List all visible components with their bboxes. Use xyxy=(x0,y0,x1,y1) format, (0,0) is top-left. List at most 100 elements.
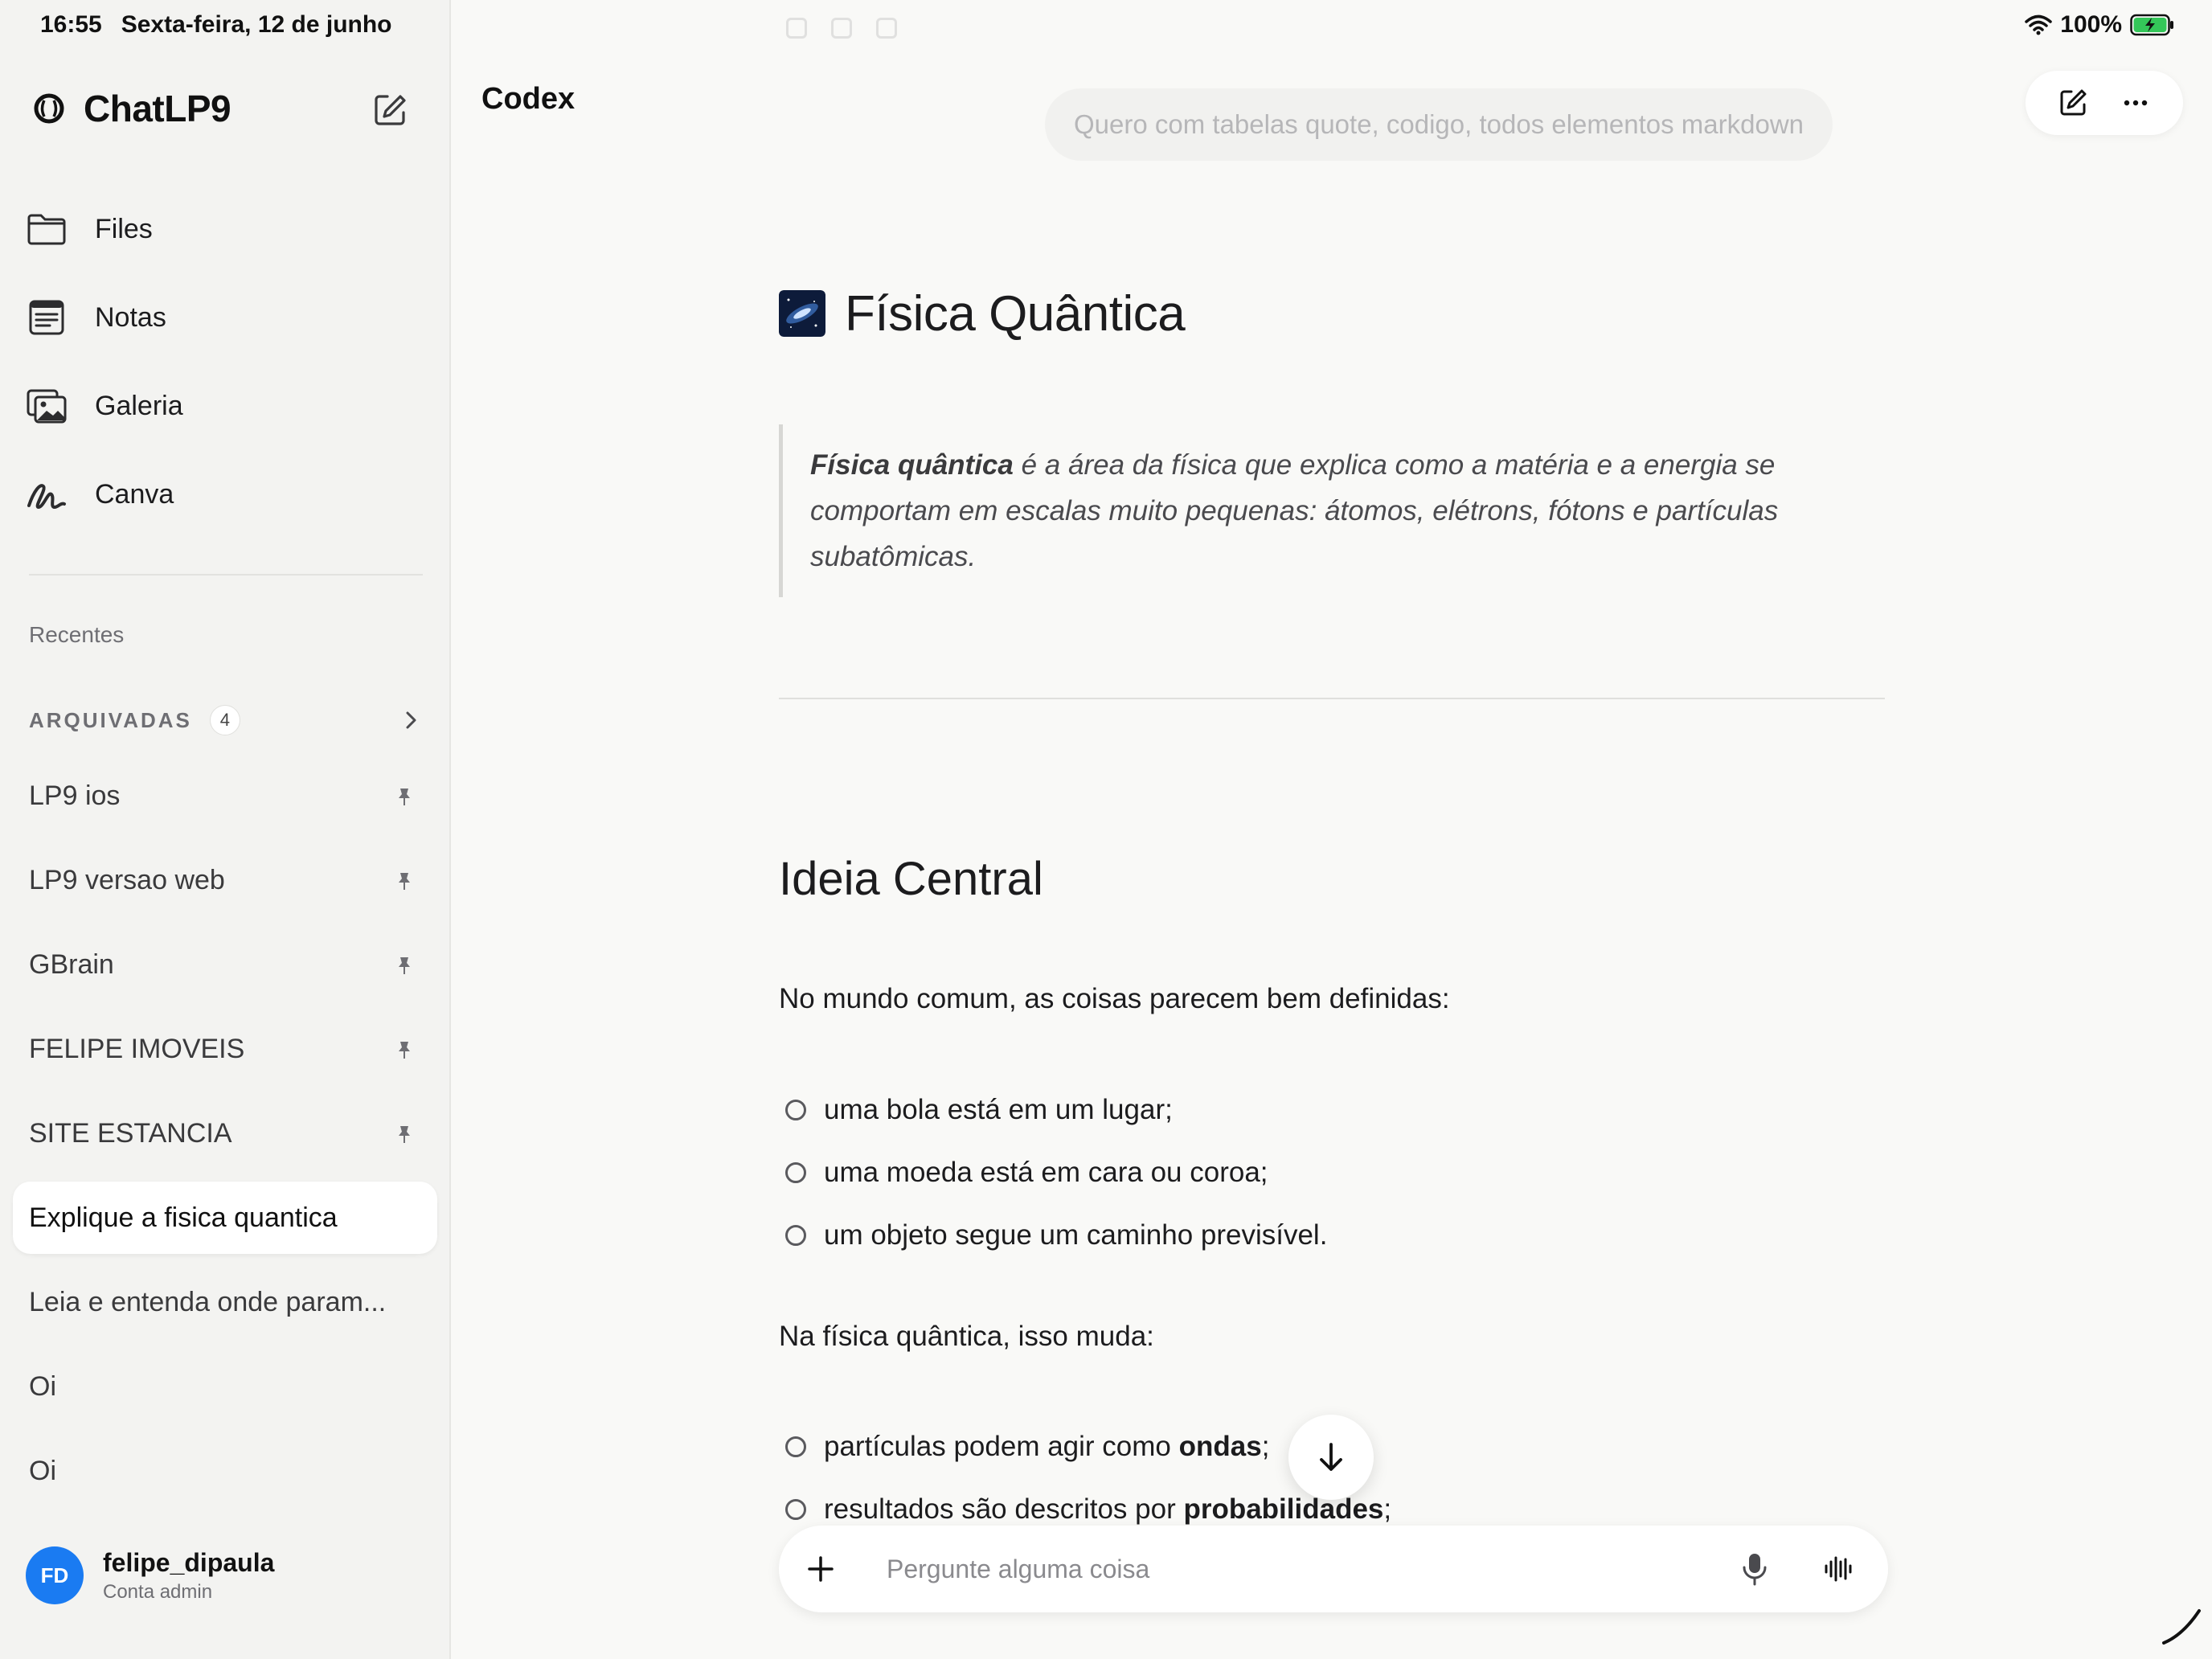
new-chat-icon[interactable] xyxy=(371,92,408,129)
pin-icon xyxy=(399,788,410,805)
pin-icon xyxy=(399,1125,410,1143)
user-message-bubble: Quero com tabelas quote, codigo, todos e… xyxy=(1045,88,1833,161)
main-content: 100% Codex Quero com tabelas quote, codi… xyxy=(453,0,2212,1659)
status-time: 16:55 xyxy=(40,11,102,38)
list-item-text: uma bola está em um lugar; xyxy=(824,1094,1173,1125)
canva-icon xyxy=(27,484,66,509)
archived-label: ARQUIVADAS xyxy=(29,707,192,732)
response-heading: Física Quântica xyxy=(845,285,1186,342)
archived-section-toggle[interactable]: ARQUIVADAS 4 xyxy=(29,703,423,738)
paragraph: Na física quântica, isso muda: xyxy=(779,1321,1154,1352)
conversation-title: LP9 ios xyxy=(29,780,121,811)
conversation-item[interactable]: LP9 ios xyxy=(13,754,437,838)
response-title: Física Quântica xyxy=(779,265,1888,362)
sidebar-item-notas[interactable]: Notas xyxy=(26,273,428,362)
status-bar-left: 16:55 Sexta-feira, 12 de junho xyxy=(40,11,392,39)
top-actions xyxy=(2026,71,2183,135)
refresh-icon xyxy=(876,18,897,39)
bullet-circle-icon xyxy=(785,1162,806,1183)
brand-logo-icon xyxy=(34,93,64,124)
conversation-item[interactable]: LP9 versao web xyxy=(13,838,437,923)
folder-icon xyxy=(27,214,66,245)
list-item-text: um objeto segue um caminho previsível. xyxy=(824,1219,1328,1251)
gallery-icon xyxy=(27,389,67,424)
conversation-title: LP9 versao web xyxy=(29,865,225,895)
list-item: um objeto segue um caminho previsível. xyxy=(779,1204,1327,1267)
sidebar-item-label: Canva xyxy=(95,478,174,510)
conversation-item[interactable]: FELIPE IMOVEIS xyxy=(13,1007,437,1092)
pin-icon xyxy=(399,956,410,974)
conversation-item[interactable]: Oi xyxy=(13,1429,437,1514)
bullet-circle-icon xyxy=(785,1499,806,1520)
conversation-title: GBrain xyxy=(29,949,114,980)
sidebar-nav: Files Notas Galeria Canva xyxy=(26,185,428,539)
list-item-text: partículas podem agir como ondas; xyxy=(824,1431,1270,1462)
conversation-title: SITE ESTANCIA xyxy=(29,1118,232,1149)
message-input[interactable] xyxy=(887,1554,1735,1584)
microphone-icon[interactable] xyxy=(1735,1550,1774,1588)
conversation-list: LP9 ios LP9 versao web GBrain FELIPE IMO… xyxy=(13,754,437,1514)
sidebar-item-label: Notas xyxy=(95,301,166,333)
paragraph: No mundo comum, as coisas parecem bem de… xyxy=(779,983,1450,1014)
archived-count-badge: 4 xyxy=(209,705,240,735)
conversation-title: Explique a fisica quantica xyxy=(29,1202,338,1233)
attach-button[interactable] xyxy=(780,1529,861,1609)
bullet-circle-icon xyxy=(785,1225,806,1246)
conversation-item[interactable]: Oi xyxy=(13,1345,437,1429)
sidebar-item-label: Files xyxy=(95,213,153,244)
list-item-text: resultados são descritos por probabilida… xyxy=(824,1493,1392,1525)
notes-icon xyxy=(29,300,64,335)
faded-toolbar xyxy=(786,18,897,39)
scroll-to-bottom-button[interactable] xyxy=(1288,1415,1374,1500)
status-bar-right: 100% xyxy=(2025,11,2175,39)
bullet-list: uma bola está em um lugar; uma moeda est… xyxy=(779,1079,1327,1267)
sidebar-item-canva[interactable]: Canva xyxy=(26,450,428,539)
chevron-right-icon xyxy=(406,711,416,729)
conversation-item[interactable]: Leia e entenda onde param... xyxy=(13,1260,437,1345)
user-profile[interactable]: FD felipe_dipaula Conta admin xyxy=(26,1546,274,1604)
conversation-item[interactable]: SITE ESTANCIA xyxy=(13,1092,437,1176)
assistant-response: Física Quântica Física quântica é a área… xyxy=(779,265,1888,1525)
waveform-icon xyxy=(1825,1556,1852,1582)
chat-title[interactable]: Codex xyxy=(481,82,575,117)
copy-icon xyxy=(786,18,807,39)
sidebar: 16:55 Sexta-feira, 12 de junho ChatLP9 F… xyxy=(0,0,451,1659)
user-role: Conta admin xyxy=(103,1580,213,1603)
battery-charging-icon xyxy=(2130,14,2173,36)
avatar: FD xyxy=(26,1546,84,1604)
pin-icon xyxy=(399,1041,410,1059)
section-heading: Ideia Central xyxy=(779,853,1043,905)
wifi-icon xyxy=(2025,14,2053,35)
message-composer xyxy=(779,1526,1888,1612)
sidebar-item-files[interactable]: Files xyxy=(26,185,428,273)
brand[interactable]: ChatLP9 xyxy=(32,87,231,130)
list-item: uma bola está em um lugar; xyxy=(779,1079,1327,1141)
sidebar-divider xyxy=(29,574,423,576)
pin-icon xyxy=(399,872,410,890)
status-date: Sexta-feira, 12 de junho xyxy=(121,11,392,38)
conversation-title: Oi xyxy=(29,1371,56,1402)
sidebar-item-label: Galeria xyxy=(95,390,183,421)
blockquote: Física quântica é a área da física que e… xyxy=(779,424,1808,597)
more-icon[interactable] xyxy=(2120,87,2152,119)
speaker-icon xyxy=(831,18,852,39)
conversation-title: FELIPE IMOVEIS xyxy=(29,1034,245,1064)
sidebar-item-galeria[interactable]: Galeria xyxy=(26,362,428,450)
voice-mode-button[interactable] xyxy=(1806,1537,1870,1601)
conversation-item[interactable]: GBrain xyxy=(13,923,437,1007)
plus-icon xyxy=(808,1556,834,1582)
quote-bold-term: Física quântica xyxy=(810,449,1014,481)
compose-icon[interactable] xyxy=(2057,87,2089,119)
list-item-text: uma moeda está em cara ou coroa; xyxy=(824,1157,1268,1188)
recent-section-label: Recentes xyxy=(29,622,125,647)
bullet-circle-icon xyxy=(785,1436,806,1457)
pencil-stroke-icon xyxy=(2162,1609,2201,1645)
bullet-circle-icon xyxy=(785,1100,806,1120)
conversation-item-active[interactable]: Explique a fisica quantica xyxy=(13,1182,437,1254)
galaxy-icon xyxy=(779,290,825,337)
conversation-title: Oi xyxy=(29,1456,56,1486)
brand-name: ChatLP9 xyxy=(84,88,231,129)
arrow-down-icon xyxy=(1320,1443,1342,1471)
horizontal-rule xyxy=(779,698,1885,699)
user-name: felipe_dipaula xyxy=(103,1547,275,1577)
